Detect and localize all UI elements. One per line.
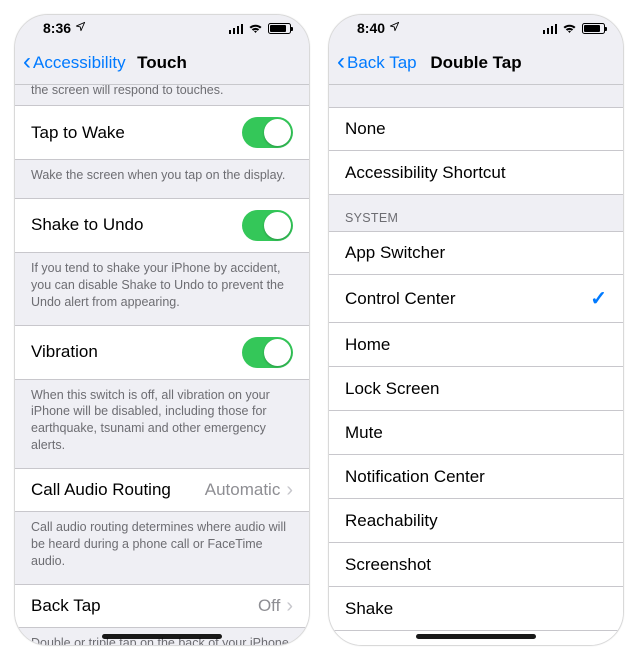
cell-back-tap[interactable]: Back Tap Off › bbox=[15, 584, 309, 628]
cell-value: Automatic bbox=[205, 480, 281, 500]
option-screenshot[interactable]: Screenshot bbox=[329, 543, 623, 587]
group-header-system: System bbox=[329, 195, 623, 231]
option-label: Mute bbox=[345, 423, 607, 443]
toggle-tap-to-wake[interactable] bbox=[242, 117, 293, 148]
cell-label: Shake to Undo bbox=[31, 215, 242, 235]
status-time-group: 8:40 bbox=[357, 20, 400, 36]
option-label: Screenshot bbox=[345, 555, 607, 575]
status-time: 8:36 bbox=[43, 20, 71, 36]
battery-icon bbox=[268, 23, 291, 34]
location-arrow-icon bbox=[75, 21, 86, 35]
option-home[interactable]: Home bbox=[329, 323, 623, 367]
footer-call-audio: Call audio routing determines where audi… bbox=[15, 512, 309, 584]
cellular-bars-icon bbox=[229, 23, 244, 34]
option-label: Home bbox=[345, 335, 607, 355]
option-lock-screen[interactable]: Lock Screen bbox=[329, 367, 623, 411]
toggle-vibration[interactable] bbox=[242, 337, 293, 368]
navbar: ‹ Accessibility Touch bbox=[15, 41, 309, 85]
location-arrow-icon bbox=[389, 21, 400, 35]
status-time: 8:40 bbox=[357, 20, 385, 36]
home-indicator[interactable] bbox=[102, 634, 222, 639]
navbar: ‹ Back Tap Double Tap bbox=[329, 41, 623, 85]
status-bar: 8:40 bbox=[329, 15, 623, 41]
cell-label: Vibration bbox=[31, 342, 242, 362]
cell-vibration[interactable]: Vibration bbox=[15, 325, 309, 380]
wifi-icon bbox=[248, 23, 263, 34]
cell-label: Call Audio Routing bbox=[31, 480, 205, 500]
option-notification-center[interactable]: Notification Center bbox=[329, 455, 623, 499]
option-label: Accessibility Shortcut bbox=[345, 163, 607, 183]
cutoff-footer: the screen will respond to touches. bbox=[15, 85, 309, 105]
option-mute[interactable]: Mute bbox=[329, 411, 623, 455]
back-button[interactable]: ‹ Accessibility bbox=[23, 52, 126, 74]
option-label: Notification Center bbox=[345, 467, 607, 487]
top-option-list: None Accessibility Shortcut bbox=[329, 107, 623, 195]
option-app-switcher[interactable]: App Switcher bbox=[329, 231, 623, 275]
status-bar: 8:36 bbox=[15, 15, 309, 41]
cell-label: Back Tap bbox=[31, 596, 258, 616]
phone-double-tap: 8:40 ‹ Back Tap Double Tap bbox=[328, 14, 624, 646]
cell-shake-to-undo[interactable]: Shake to Undo bbox=[15, 198, 309, 253]
cell-call-audio-routing[interactable]: Call Audio Routing Automatic › bbox=[15, 468, 309, 512]
scroll-double-tap[interactable]: None Accessibility Shortcut System App S… bbox=[329, 85, 623, 645]
cellular-bars-icon bbox=[543, 23, 558, 34]
footer-shake-to-undo: If you tend to shake your iPhone by acci… bbox=[15, 253, 309, 325]
checkmark-icon: ✓ bbox=[590, 286, 607, 311]
option-label: Lock Screen bbox=[345, 379, 607, 399]
home-indicator[interactable] bbox=[416, 634, 536, 639]
phone-touch-settings: 8:36 ‹ Accessibility Touch the screen w bbox=[14, 14, 310, 646]
cell-value: Off bbox=[258, 596, 280, 616]
chevron-right-icon: › bbox=[286, 480, 293, 500]
scroll-touch[interactable]: the screen will respond to touches. Tap … bbox=[15, 85, 309, 645]
footer-vibration: When this switch is off, all vibration o… bbox=[15, 380, 309, 469]
option-control-center[interactable]: Control Center ✓ bbox=[329, 275, 623, 323]
toggle-shake-to-undo[interactable] bbox=[242, 210, 293, 241]
back-label: Accessibility bbox=[33, 53, 126, 73]
option-label: Reachability bbox=[345, 511, 607, 531]
back-button[interactable]: ‹ Back Tap bbox=[337, 52, 417, 74]
option-label: App Switcher bbox=[345, 243, 607, 263]
option-accessibility-shortcut[interactable]: Accessibility Shortcut bbox=[329, 151, 623, 195]
battery-icon bbox=[582, 23, 605, 34]
chevron-left-icon: ‹ bbox=[23, 50, 31, 74]
cell-tap-to-wake[interactable]: Tap to Wake bbox=[15, 105, 309, 160]
option-label: None bbox=[345, 119, 607, 139]
chevron-right-icon: › bbox=[286, 596, 293, 616]
back-label: Back Tap bbox=[347, 53, 417, 73]
option-reachability[interactable]: Reachability bbox=[329, 499, 623, 543]
option-label: Siri bbox=[345, 643, 607, 646]
wifi-icon bbox=[562, 23, 577, 34]
option-none[interactable]: None bbox=[329, 107, 623, 151]
system-option-list: App Switcher Control Center ✓ Home Lock … bbox=[329, 231, 623, 645]
chevron-left-icon: ‹ bbox=[337, 50, 345, 74]
option-label: Control Center bbox=[345, 289, 590, 309]
option-shake[interactable]: Shake bbox=[329, 587, 623, 631]
option-label: Shake bbox=[345, 599, 607, 619]
footer-tap-to-wake: Wake the screen when you tap on the disp… bbox=[15, 160, 309, 198]
status-time-group: 8:36 bbox=[43, 20, 86, 36]
cell-label: Tap to Wake bbox=[31, 123, 242, 143]
